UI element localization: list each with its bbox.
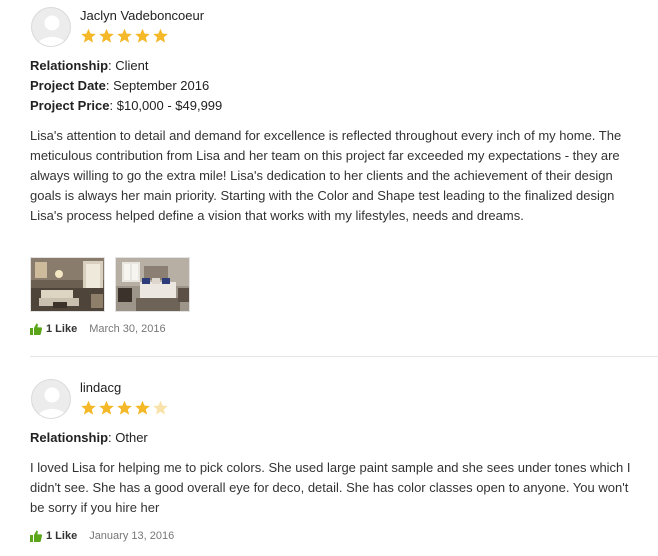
star-filled-icon [153,28,168,43]
review-photo-living-room[interactable] [30,257,105,312]
relationship-detail: Relationship: Other [30,430,148,445]
review-photo-bedroom[interactable] [115,257,190,312]
reviewer-name[interactable]: Jaclyn Vadeboncoeur [80,8,204,23]
project-date-detail: Project Date: September 2016 [30,78,210,93]
star-filled-icon [135,400,150,415]
review-text: I loved Lisa for helping me to pick colo… [30,460,631,515]
relationship-detail: Relationship: Client [30,58,149,73]
star-filled-icon [99,400,114,415]
review-divider [30,356,658,357]
thumbs-up-icon[interactable] [30,530,42,542]
thumbs-up-icon[interactable] [30,323,42,335]
reviewer-name[interactable]: lindacg [80,380,121,395]
star-rating [80,28,169,44]
review-date: January 13, 2016 [89,530,175,542]
star-filled-icon [81,400,96,415]
star-filled-icon [81,28,96,43]
user-silhouette-icon [37,387,67,418]
user-silhouette-icon [37,15,67,46]
star-filled-icon [117,400,132,415]
like-row: 1 Like March 30, 2016 [30,322,166,336]
review-text: Lisa's attention to detail and demand fo… [30,128,622,223]
star-filled-icon [135,28,150,43]
star-filled-icon [99,28,114,43]
review-details: Relationship: Other [30,428,148,448]
like-count[interactable]: 1 Like [46,530,77,542]
project-price-detail: Project Price: $10,000 - $49,999 [30,98,223,113]
like-count[interactable]: 1 Like [46,323,77,335]
review-details: Relationship: Client Project Date: Septe… [30,56,222,116]
star-filled-icon [117,28,132,43]
star-empty-icon [153,400,168,415]
avatar[interactable] [31,379,71,419]
like-row: 1 Like January 13, 2016 [30,529,174,543]
star-rating [80,400,169,416]
review-date: March 30, 2016 [89,323,166,335]
avatar[interactable] [31,7,71,47]
